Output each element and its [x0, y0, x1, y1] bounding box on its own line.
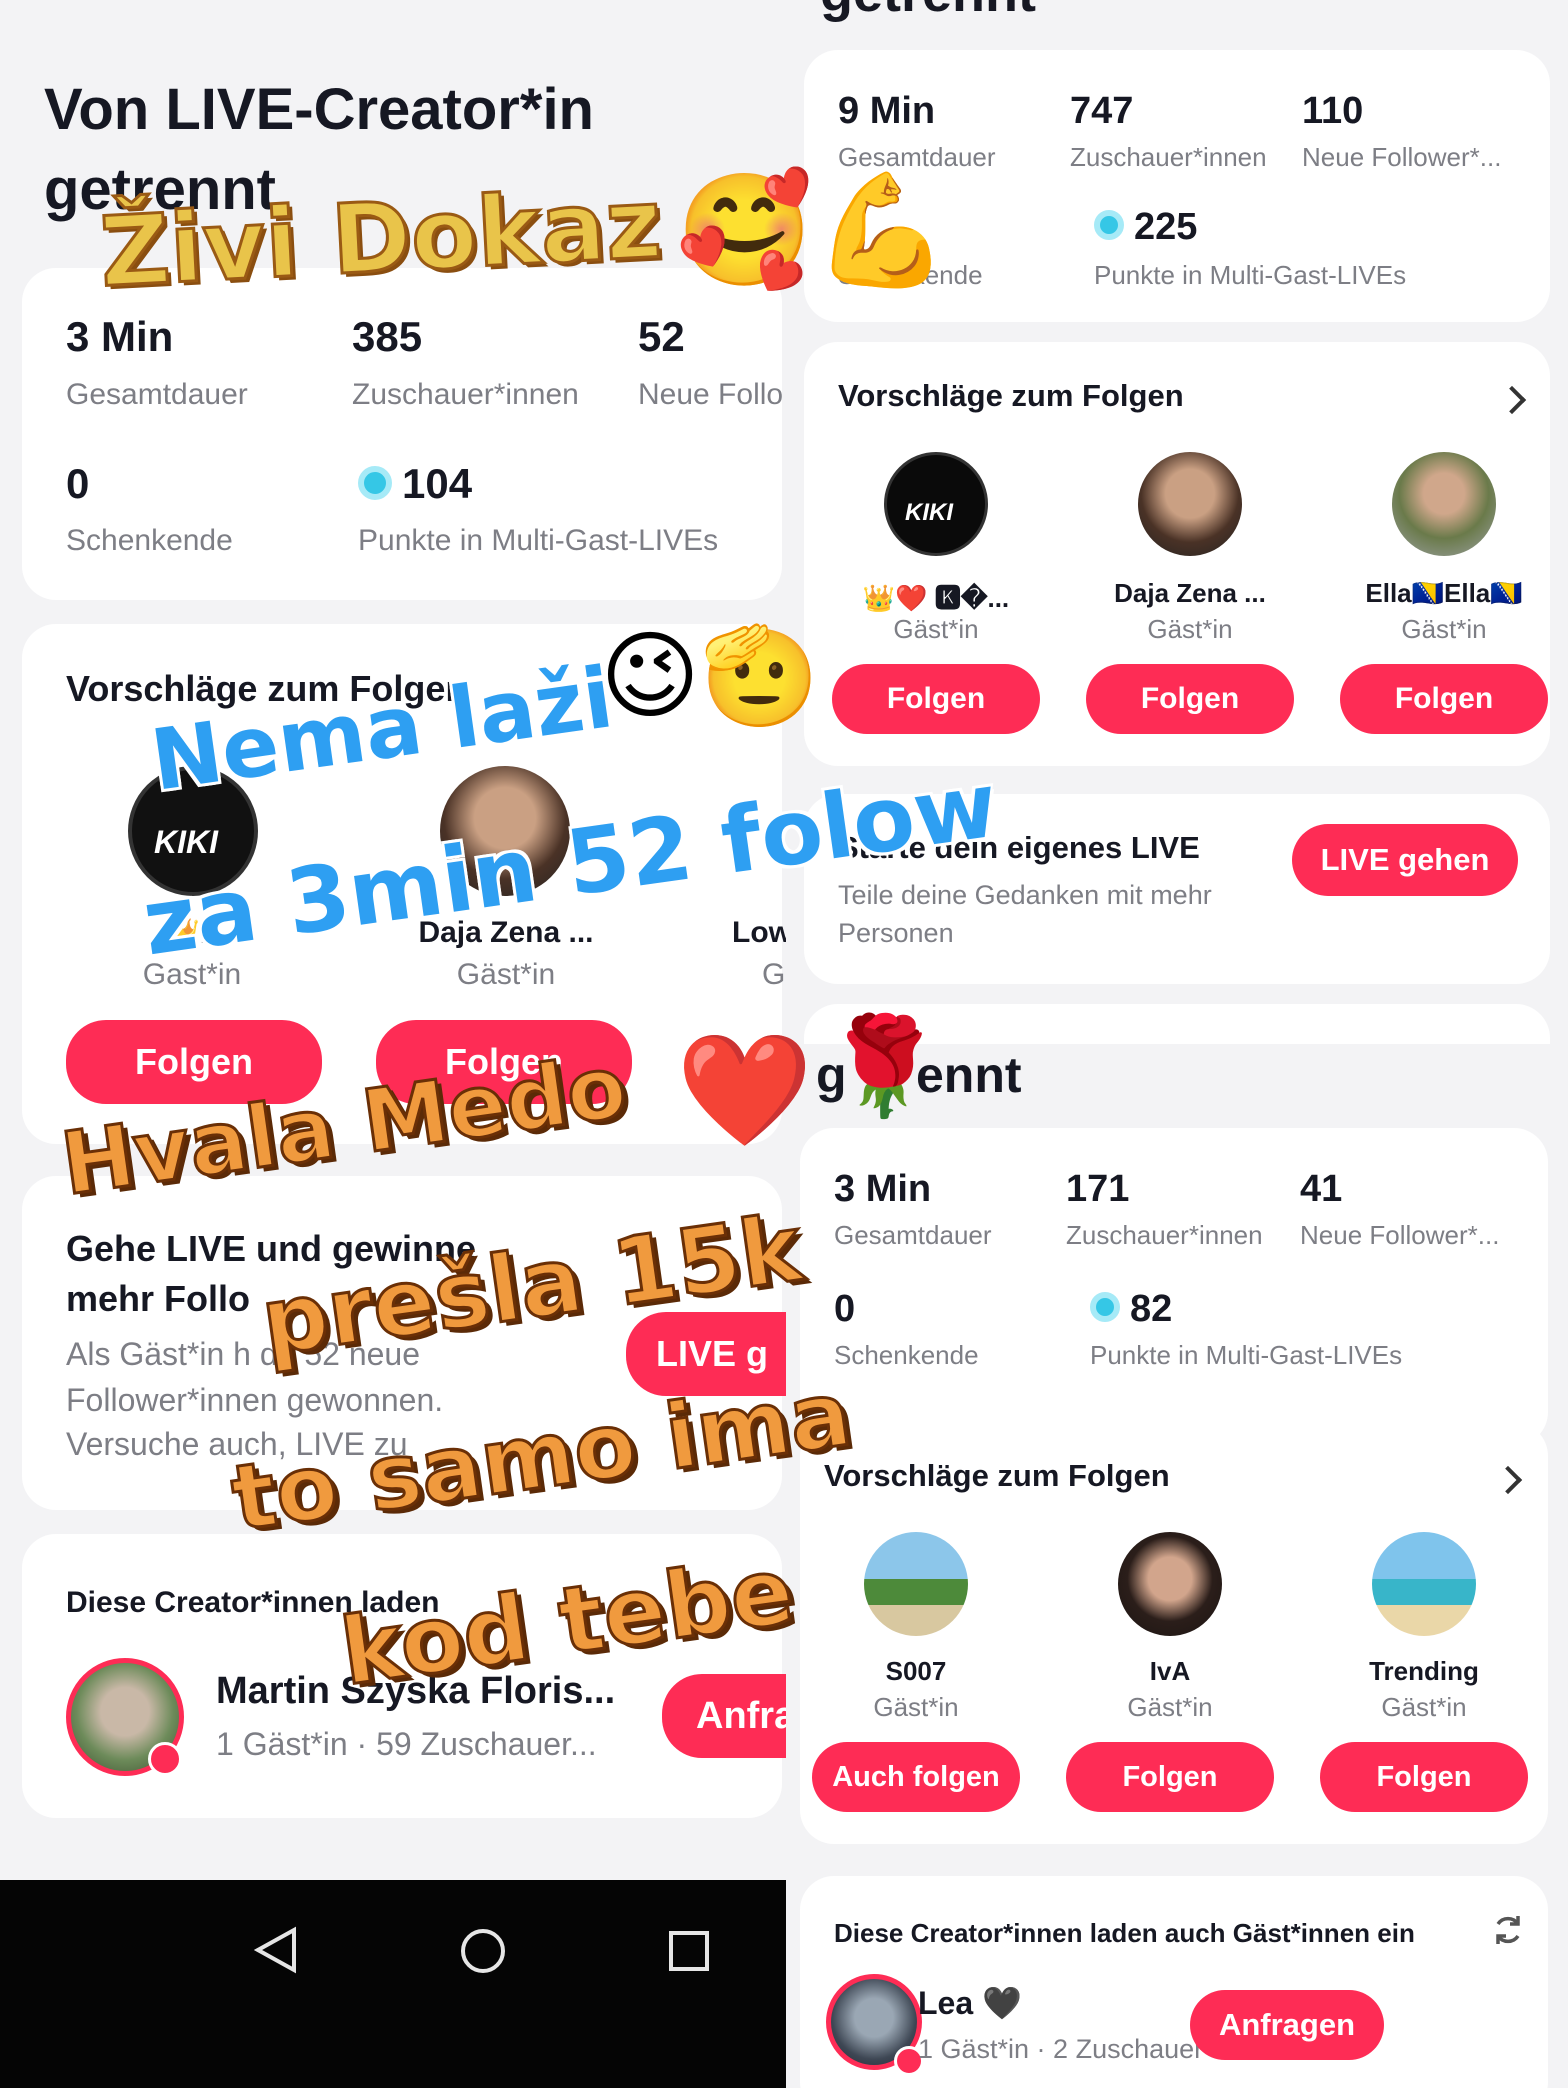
avatar[interactable]: KIKI [884, 452, 988, 556]
points-label: Punkte in Multi-Gast-LIVEs [358, 524, 719, 557]
viewers-label: Zuschauer*innen [1070, 142, 1267, 172]
invite-card: Diese Creator*innen laden auch Gäst*inne… [800, 1876, 1548, 2088]
rose-emoji: 🌹 [824, 1010, 944, 1122]
live-badge-icon [148, 1742, 182, 1776]
avatar[interactable] [1392, 452, 1496, 556]
suggested-user-role: Gäst*in [1147, 614, 1233, 644]
start-live-desc: Teile deine Gedanken mit mehr [838, 880, 1212, 910]
right-bottom-panel: g ennt 3 Min Gesamtdauer 171 Zuschauer*i… [786, 1044, 1568, 2088]
avatar[interactable] [1372, 1532, 1476, 1636]
follow-button[interactable]: Folgen [1340, 664, 1548, 734]
duration-value: 3 Min [66, 313, 174, 360]
request-button[interactable]: Anfragen [1190, 1990, 1384, 2060]
duration-value: 9 Min [838, 90, 936, 132]
follow-button[interactable]: Folgen [1066, 1742, 1274, 1812]
invite-title: Diese Creator*innen laden auch Gäst*inne… [834, 1918, 1415, 1948]
suggested-user-role: G [762, 958, 786, 991]
recents-square-icon[interactable] [668, 1930, 710, 1972]
followers-value: 41 [1300, 1168, 1343, 1210]
gifters-label: Schenkende [66, 524, 233, 557]
gifters-value: 0 [66, 460, 90, 507]
duration-label: Gesamtdauer [66, 378, 248, 411]
points-value: 82 [1090, 1288, 1172, 1331]
viewers-value: 385 [352, 313, 423, 360]
back-triangle-icon[interactable] [254, 1926, 298, 1974]
start-live-desc: Personen [838, 918, 954, 948]
avatar[interactable] [1118, 1532, 1222, 1636]
follow-button[interactable]: Folgen [1320, 1742, 1528, 1812]
invite-name: Lea 🖤 [918, 1985, 1022, 2021]
suggested-user-name: Ella🇧🇦Ella🇧🇦 [1365, 578, 1523, 608]
suggestions-card: Vorschläge zum Folgen S007 Gäst*in IᴠA G… [800, 1422, 1548, 1844]
suggested-user-role: Gäst*in [873, 1692, 959, 1722]
viewers-value: 747 [1070, 90, 1134, 132]
points-label: Punkte in Multi-Gast-LIVEs [1094, 260, 1407, 290]
invite-meta: 1 Gäst*in · 2 Zuschauer*... [918, 2034, 1237, 2064]
suggested-user-role: Gäst*in [1401, 614, 1487, 644]
caption-emoji: 😉🫡 [600, 620, 820, 732]
right-top-panel: getrennt 9 Min Gesamtdauer 747 Zuschauer… [786, 0, 1568, 1044]
follow-button[interactable]: Folgen [832, 664, 1040, 734]
request-button[interactable]: Anfra [662, 1674, 786, 1758]
stats-card: 3 Min Gesamtdauer 385 Zuschauer*innen 52… [22, 268, 784, 600]
chevron-right-icon[interactable] [1493, 1465, 1523, 1495]
suggested-user-name: Low [732, 916, 786, 949]
viewers-label: Zuschauer*innen [352, 378, 579, 411]
duration-label: Gesamtdauer [834, 1220, 992, 1250]
suggested-user-name: Daja Zena ... [1114, 578, 1266, 608]
suggestions-card: Vorschläge zum Folgen KIKI 👑❤️ 🅺�... Gäs… [804, 342, 1550, 766]
followers-label: Neue Follo [638, 378, 784, 411]
points-coin-icon [1094, 209, 1124, 240]
invite-meta: 1 Gäst*in · 59 Zuschauer... [216, 1726, 597, 1762]
caption-emoji: 🥰💪 [676, 166, 950, 294]
suggested-user-role: Gäst*in [1127, 1692, 1213, 1722]
follow-back-button[interactable]: Auch folgen [812, 1742, 1020, 1812]
go-live-desc: Follower*innen gewonnen. [66, 1382, 444, 1418]
page-title-fragment: getrennt [820, 0, 1036, 24]
gifters-value: 0 [834, 1288, 856, 1330]
suggested-user-name: 👑❤️ 🅺�... [862, 583, 1010, 613]
follow-button[interactable]: Folgen [1086, 664, 1294, 734]
points-label: Punkte in Multi-Gast-LIVEs [1090, 1340, 1403, 1370]
suggested-user-name: S007 [885, 1656, 947, 1686]
viewers-value: 171 [1066, 1168, 1130, 1210]
suggested-user-role: Gäst*in [1381, 1692, 1467, 1722]
stats-card: 3 Min Gesamtdauer 171 Zuschauer*innen 41… [800, 1128, 1548, 1446]
points-coin-icon [358, 465, 392, 500]
gifters-label: Schenkende [834, 1340, 979, 1370]
points-coin-icon [1090, 1291, 1120, 1322]
chevron-right-icon[interactable] [1497, 385, 1527, 415]
followers-value: 52 [638, 313, 685, 360]
suggested-user-name: Trending [1369, 1656, 1479, 1686]
go-live-button[interactable]: LIVE gehen [1292, 824, 1518, 896]
duration-value: 3 Min [834, 1168, 932, 1210]
screenshot-collage: Von LIVE-Creator*in getrennt 3 Min Gesam… [0, 0, 1568, 2088]
viewers-label: Zuschauer*innen [1066, 1220, 1263, 1250]
suggested-user-role: Gäst*in [893, 614, 979, 644]
suggestions-title: Vorschläge zum Folgen [824, 1458, 1170, 1493]
points-value: 104 [358, 460, 472, 508]
go-live-title: mehr Follo [66, 1278, 251, 1319]
avatar[interactable] [1138, 452, 1242, 556]
followers-value: 110 [1302, 90, 1364, 132]
avatar[interactable] [864, 1532, 968, 1636]
refresh-icon[interactable] [1490, 1912, 1526, 1948]
home-circle-icon[interactable] [460, 1928, 506, 1974]
suggestions-title: Vorschläge zum Folgen [838, 378, 1184, 413]
suggested-user-role: Gäst*in [456, 958, 556, 991]
followers-label: Neue Follower*... [1302, 142, 1502, 172]
suggested-user-name: IᴠA [1149, 1656, 1191, 1686]
system-navbar [0, 1880, 786, 2088]
caption-heart-emoji: ❤️ [676, 1026, 813, 1154]
points-value: 225 [1094, 206, 1197, 249]
followers-label: Neue Follower*... [1300, 1220, 1500, 1250]
